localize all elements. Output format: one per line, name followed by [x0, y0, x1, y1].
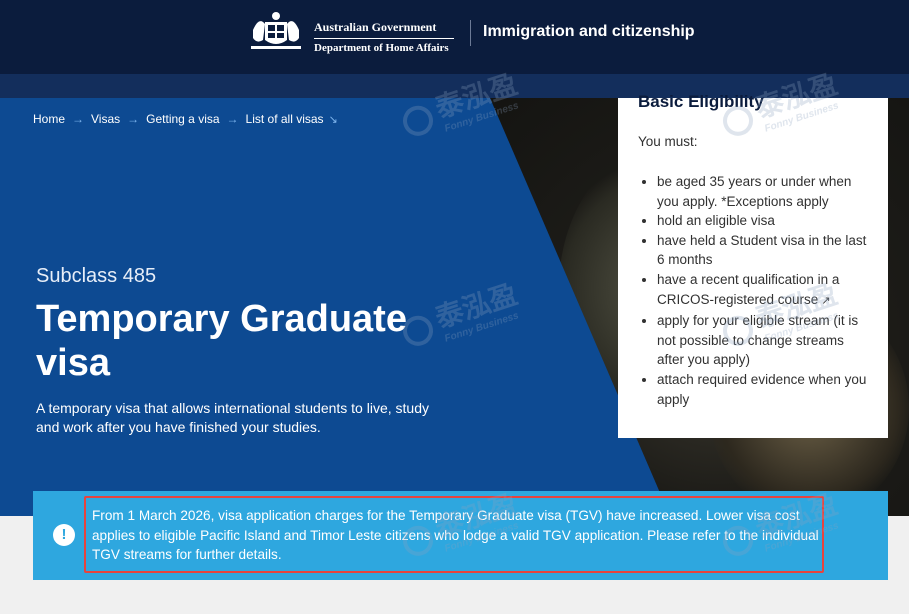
- logo-rule: [314, 38, 454, 39]
- breadcrumb-visas[interactable]: Visas: [91, 112, 120, 126]
- breadcrumb-list-of-all-visas[interactable]: List of all visas: [246, 112, 324, 126]
- eligibility-heading: Basic Eligibility: [638, 92, 764, 111]
- visa-subclass: Subclass 485: [36, 265, 157, 287]
- site-header: Australian Government Department of Home…: [0, 0, 909, 74]
- list-item: be aged 35 years or under when you apply…: [657, 172, 870, 211]
- site-title-link[interactable]: Immigration and citizenship: [483, 23, 695, 41]
- list-item: have held a Student visa in the last 6 m…: [657, 231, 870, 270]
- sub-navigation-bar: [0, 74, 909, 98]
- exclamation-icon: !: [53, 524, 75, 546]
- breadcrumb-home[interactable]: Home: [33, 112, 65, 126]
- page-title: Temporary Graduate visa: [36, 298, 407, 384]
- header-divider: [470, 20, 471, 46]
- arrow-right-icon: →: [226, 112, 239, 126]
- list-item: hold an eligible visa: [657, 211, 870, 231]
- list-item: have a recent qualification in a CRICOS-…: [657, 270, 870, 311]
- breadcrumb-getting-a-visa[interactable]: Getting a visa: [146, 112, 219, 126]
- arrow-right-icon: →: [72, 112, 85, 126]
- eligibility-intro: You must:: [638, 134, 698, 149]
- external-link-icon[interactable]: ↗: [821, 295, 830, 307]
- annotation-highlight-box: [84, 496, 824, 573]
- arrow-right-icon: →: [127, 112, 140, 126]
- list-item: apply for your eligible stream (it is no…: [657, 311, 870, 370]
- arrow-down-right-icon[interactable]: ↘: [329, 113, 338, 126]
- breadcrumb: Home → Visas → Getting a visa → List of …: [33, 112, 338, 126]
- gov-line-2: Department of Home Affairs: [314, 42, 449, 54]
- visa-description: A temporary visa that allows internation…: [36, 400, 429, 435]
- eligibility-card: Basic Eligibility You must: be aged 35 y…: [618, 92, 888, 438]
- coat-of-arms-icon[interactable]: [243, 8, 309, 54]
- department-logo-text[interactable]: Australian Government Department of Home…: [314, 20, 454, 55]
- eligibility-list: be aged 35 years or under when you apply…: [638, 172, 870, 409]
- list-item: attach required evidence when you apply: [657, 370, 870, 409]
- gov-line-1: Australian Government: [314, 20, 437, 34]
